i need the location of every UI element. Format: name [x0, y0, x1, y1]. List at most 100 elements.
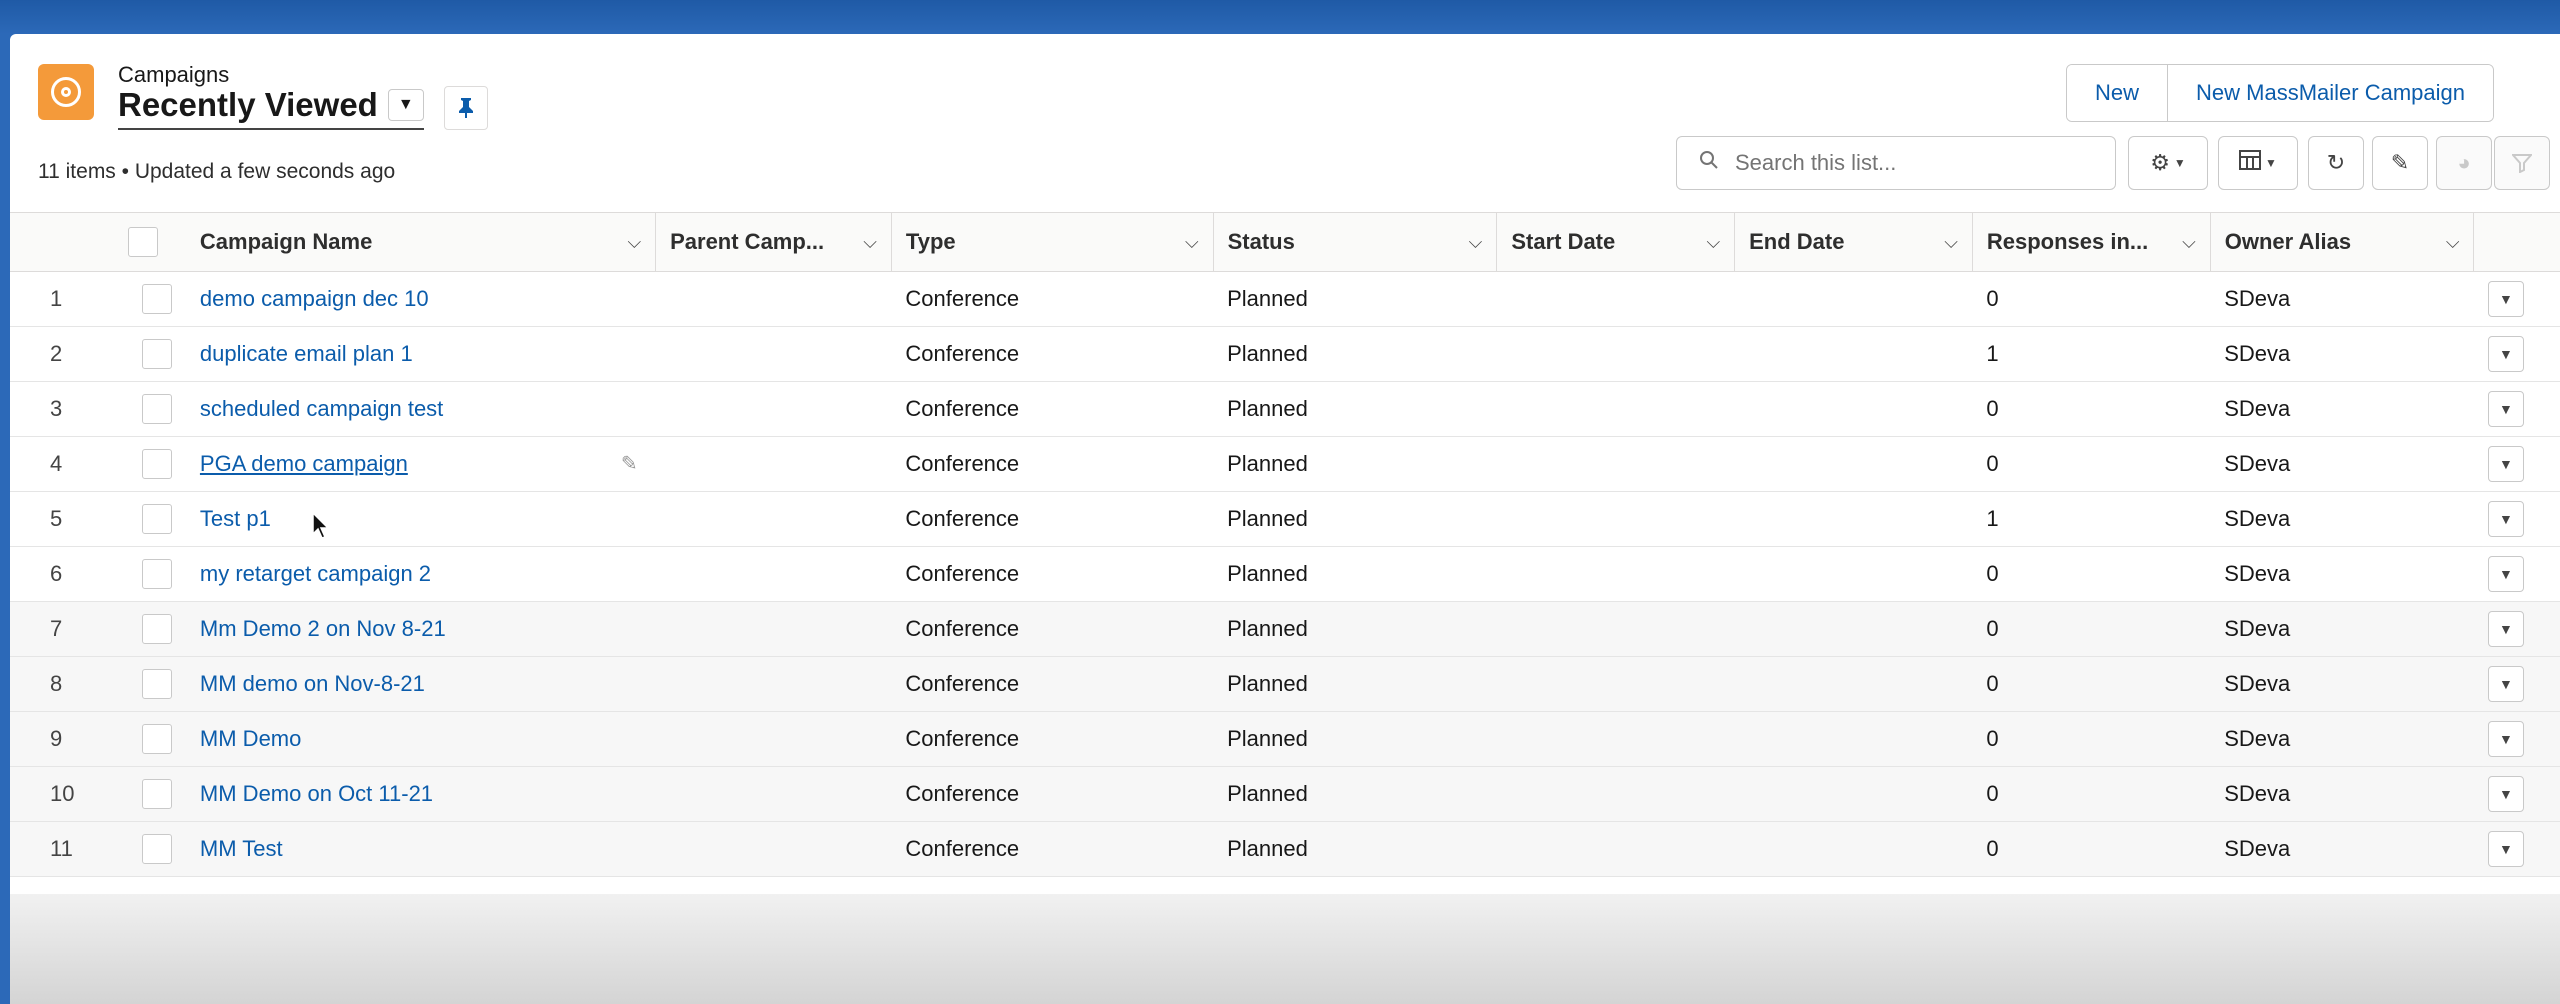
column-header[interactable]: Responses in... ⌵	[1972, 212, 2211, 272]
column-header[interactable]: Campaign Name ⌵	[185, 212, 657, 272]
responses-cell: 0	[1972, 711, 2211, 767]
chevron-down-icon[interactable]: ⌵	[2182, 232, 2196, 253]
row-checkbox[interactable]	[141, 669, 172, 699]
display-as-button[interactable]: ▼	[2218, 136, 2298, 190]
row-number: 8	[10, 656, 128, 712]
table-row: 9 MM Demo Conference Planned 0 SDeva ▼	[10, 711, 2560, 767]
row-actions-menu-button[interactable]: ▼	[2487, 666, 2524, 702]
row-number: 11	[10, 821, 128, 877]
table-row: 3 scheduled campaign test Conference Pla…	[10, 381, 2560, 437]
new-button[interactable]: New	[2067, 65, 2168, 121]
column-header[interactable]: Owner Alias ⌵	[2210, 212, 2475, 272]
campaign-name-link[interactable]: PGA demo campaign	[200, 451, 408, 476]
row-number: 10	[10, 766, 128, 822]
campaign-name-link[interactable]: duplicate email plan 1	[200, 341, 413, 366]
refresh-icon[interactable]: ↻	[2308, 136, 2364, 190]
row-checkbox[interactable]	[141, 504, 172, 534]
campaign-name-link[interactable]: MM Test	[200, 836, 283, 861]
chevron-down-icon[interactable]: ⌵	[863, 232, 877, 253]
campaign-name-link[interactable]: demo campaign dec 10	[200, 286, 429, 311]
chevron-down-icon[interactable]: ⌵	[1706, 232, 1720, 253]
new-massmailer-campaign-button[interactable]: New MassMailer Campaign	[2167, 65, 2493, 121]
campaign-name-link[interactable]: MM demo on Nov-8-21	[200, 671, 425, 696]
column-header[interactable]: Type ⌵	[891, 212, 1214, 272]
type-cell: Conference	[891, 711, 1214, 767]
row-actions-menu-button[interactable]: ▼	[2487, 776, 2524, 812]
row-actions-menu-button[interactable]: ▼	[2487, 556, 2524, 592]
search-input[interactable]	[1733, 149, 2097, 177]
type-cell: Conference	[891, 766, 1214, 822]
chevron-down-icon[interactable]: ⌵	[627, 232, 641, 253]
column-header[interactable]: Parent Camp... ⌵	[655, 212, 892, 272]
row-checkbox[interactable]	[141, 559, 172, 589]
row-actions-menu-button[interactable]: ▼	[2487, 501, 2524, 537]
campaign-name-link[interactable]: scheduled campaign test	[200, 396, 443, 421]
chevron-down-icon[interactable]: ⌵	[1469, 232, 1483, 253]
table-row: 11 MM Test Conference Planned 0 SDeva ▼	[10, 821, 2560, 877]
end-date-cell	[1734, 271, 1973, 327]
row-actions-cell: ▼	[2473, 711, 2560, 767]
column-header[interactable]: Start Date ⌵	[1496, 212, 1736, 272]
filter-icon[interactable]	[2494, 136, 2550, 190]
row-actions-cell: ▼	[2473, 656, 2560, 712]
pencil-icon[interactable]: ✎	[621, 451, 638, 476]
row-actions-menu-button[interactable]: ▼	[2487, 336, 2524, 372]
list-view-selector[interactable]: Recently Viewed ▼	[118, 86, 424, 130]
row-actions-menu-button[interactable]: ▼	[2487, 611, 2524, 647]
pin-icon[interactable]	[444, 86, 488, 130]
row-checkbox[interactable]	[141, 834, 172, 864]
row-select-cell	[127, 271, 186, 327]
row-number: 1	[10, 271, 128, 327]
row-actions-cell: ▼	[2473, 436, 2560, 492]
owner-alias-cell: SDeva	[2210, 271, 2474, 327]
start-date-cell	[1496, 271, 1735, 327]
campaign-target-icon	[38, 64, 94, 120]
start-date-cell	[1496, 601, 1735, 657]
type-cell: Conference	[891, 436, 1214, 492]
pencil-icon[interactable]: ✎	[2372, 136, 2428, 190]
row-actions-menu-button[interactable]: ▼	[2487, 446, 2524, 482]
campaign-name-link[interactable]: Test p1	[200, 506, 271, 531]
row-checkbox[interactable]	[141, 614, 172, 644]
row-actions-menu-button[interactable]: ▼	[2487, 721, 2524, 757]
row-actions-menu-button[interactable]: ▼	[2487, 281, 2524, 317]
list-settings-button[interactable]: ⚙ ▼	[2128, 136, 2208, 190]
chevron-down-icon[interactable]: ⌵	[2446, 232, 2460, 253]
row-select-cell	[127, 821, 186, 877]
column-header[interactable]: End Date ⌵	[1734, 212, 1973, 272]
row-select-cell	[127, 546, 186, 602]
responses-cell: 1	[1972, 326, 2211, 382]
chevron-down-icon[interactable]: ⌵	[1944, 232, 1958, 253]
campaign-name-link[interactable]: my retarget campaign 2	[200, 561, 431, 586]
chevron-down-icon[interactable]: ▼	[387, 89, 424, 121]
responses-cell: 0	[1972, 766, 2211, 822]
campaign-name-link[interactable]: MM Demo on Oct 11-21	[200, 781, 433, 806]
campaign-name-link[interactable]: MM Demo	[200, 726, 301, 751]
row-actions-cell: ▼	[2473, 766, 2560, 822]
column-header[interactable]: Status ⌵	[1213, 212, 1498, 272]
row-actions-menu-button[interactable]: ▼	[2487, 831, 2524, 867]
row-actions-cell: ▼	[2473, 271, 2560, 327]
search-box[interactable]	[1676, 136, 2116, 190]
table-row: 10 MM Demo on Oct 11-21 Conference Plann…	[10, 766, 2560, 822]
status-cell: Planned	[1213, 656, 1497, 712]
chevron-down-icon[interactable]: ⌵	[1185, 232, 1199, 253]
row-checkbox[interactable]	[141, 779, 172, 809]
end-date-cell	[1734, 766, 1973, 822]
responses-cell: 0	[1972, 546, 2211, 602]
row-number: 6	[10, 546, 128, 602]
owner-alias-cell: SDeva	[2210, 546, 2474, 602]
row-checkbox[interactable]	[141, 724, 172, 754]
row-checkbox[interactable]	[141, 339, 172, 369]
select-all-checkbox[interactable]	[127, 227, 158, 257]
end-date-cell	[1734, 821, 1973, 877]
status-cell: Planned	[1213, 491, 1497, 547]
row-checkbox[interactable]	[141, 394, 172, 424]
pie-chart-icon[interactable]: ◕	[2436, 136, 2492, 190]
row-actions-menu-button[interactable]: ▼	[2487, 391, 2524, 427]
row-checkbox[interactable]	[141, 449, 172, 479]
row-checkbox[interactable]	[141, 284, 172, 314]
owner-alias-cell: SDeva	[2210, 711, 2474, 767]
owner-alias-cell: SDeva	[2210, 821, 2474, 877]
campaign-name-link[interactable]: Mm Demo 2 on Nov 8-21	[200, 616, 446, 641]
